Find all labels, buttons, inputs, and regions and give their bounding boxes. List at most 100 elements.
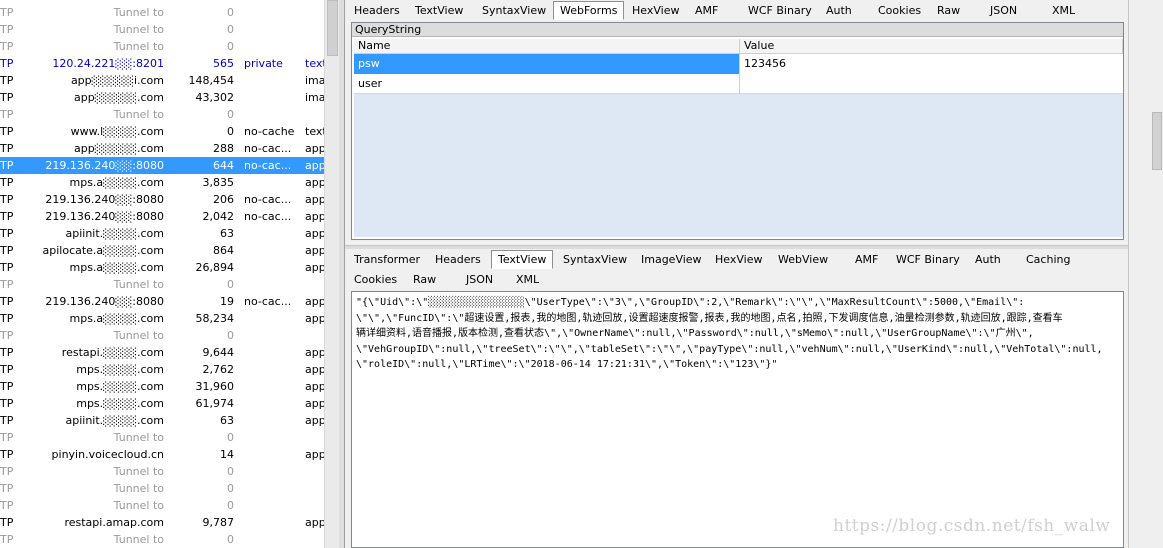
tab-caching[interactable]: Caching <box>1019 250 1077 269</box>
session-row[interactable]: TP mps.░░░░.com 61,974 app <box>0 395 324 412</box>
tab-wcf-binary[interactable]: WCF Binary <box>889 250 967 269</box>
session-list[interactable]: TP Tunnel to 0 TP Tunnel to 0 TP Tunnel to 0 TP 12… <box>0 0 324 548</box>
session-row[interactable]: TP apilocate.a░░░░.com 864 app <box>0 242 324 259</box>
tab-json[interactable]: JSON <box>983 1 1024 20</box>
column-header-name[interactable]: Name <box>354 39 740 54</box>
session-row[interactable]: TP mps.░░░░.com 2,762 app <box>0 361 324 378</box>
querystring-row[interactable]: psw 123456 <box>354 54 1123 74</box>
param-value[interactable] <box>740 74 1123 94</box>
param-name[interactable]: psw <box>354 54 740 74</box>
session-row[interactable]: TP apiinit.░░░░.com 63 app <box>0 225 324 242</box>
session-protocol: TP <box>0 415 14 427</box>
session-row[interactable]: TP mps.a░░░░.com 3,835 app <box>0 174 324 191</box>
session-content-type: app <box>305 449 324 461</box>
tab-textview[interactable]: TextView <box>491 250 554 269</box>
response-textview[interactable]: "{\"Uid\":\"░░░░░░░░░░░░░░░░\"UserType\"… <box>351 291 1124 548</box>
right-scrollbar[interactable] <box>1128 0 1163 548</box>
horizontal-splitter[interactable] <box>345 245 1129 249</box>
tab-xml[interactable]: XML <box>1045 1 1082 20</box>
session-row[interactable]: TP apiinit.░░░░.com 63 app <box>0 412 324 429</box>
session-row[interactable]: TP Tunnel to 0 <box>0 106 324 123</box>
session-row[interactable]: TP Tunnel to 0 <box>0 38 324 55</box>
tab-cookies[interactable]: Cookies <box>871 1 928 20</box>
param-value[interactable]: 123456 <box>740 54 1123 74</box>
session-protocol: TP <box>0 143 14 155</box>
tab-json[interactable]: JSON <box>459 270 500 289</box>
session-protocol: TP <box>0 228 14 240</box>
param-name[interactable]: user <box>354 74 740 94</box>
column-header-value[interactable]: Value <box>740 39 1123 54</box>
session-host: mps.░░░░.com <box>76 398 164 410</box>
webforms-panel: QueryString Name Value psw 123456 user <box>351 22 1124 240</box>
session-body-size: 61,974 <box>195 398 235 410</box>
session-list-scrollbar[interactable] <box>324 0 339 548</box>
session-host: apilocate.a░░░░.com <box>42 245 165 257</box>
session-content-type: imag <box>305 75 324 87</box>
tab-webforms[interactable]: WebForms <box>553 1 625 20</box>
session-row[interactable]: TP restapi.amap.com 9,787 app <box>0 514 324 531</box>
tab-imageview[interactable]: ImageView <box>634 250 709 269</box>
session-row[interactable]: TP Tunnel to 0 <box>0 531 324 548</box>
session-row[interactable]: TP app░░░░░i.com 148,454 imag <box>0 72 324 89</box>
session-row[interactable]: TP www.l░░░░.com 0 no-cache text <box>0 123 324 140</box>
session-host: 219.136.240░░:8080 <box>45 296 164 308</box>
session-body-size: 0 <box>227 432 234 444</box>
session-row[interactable]: TP 219.136.240░░:8080 644 no-cac... app <box>0 157 324 174</box>
session-row[interactable]: TP mps.a░░░░.com 58,234 app <box>0 310 324 327</box>
session-protocol: TP <box>0 245 14 257</box>
tab-xml[interactable]: XML <box>509 270 546 289</box>
session-host: 120.24.221░░:8201 <box>52 58 164 70</box>
session-body-size: 0 <box>227 126 234 138</box>
tab-auth[interactable]: Auth <box>968 250 1008 269</box>
session-host: Tunnel to <box>113 7 164 19</box>
tab-transformer[interactable]: Transformer <box>347 250 427 269</box>
session-row[interactable]: TP restapi.░░░░.com 9,644 app <box>0 344 324 361</box>
querystring-grid[interactable]: Name Value psw 123456 user <box>354 39 1123 237</box>
session-protocol: TP <box>0 381 14 393</box>
tab-headers[interactable]: Headers <box>428 250 488 269</box>
session-row[interactable]: TP 219.136.240░░:8080 206 no-cac... app <box>0 191 324 208</box>
tab-hexview[interactable]: HexView <box>708 250 769 269</box>
session-row[interactable]: TP 219.136.240░░:8080 19 no-cac... app <box>0 293 324 310</box>
querystring-header: QueryString <box>352 23 1123 37</box>
scrollbar-thumb[interactable] <box>1152 112 1162 170</box>
session-row[interactable]: TP app░░░░░.com 288 no-cac... app <box>0 140 324 157</box>
tab-amf[interactable]: AMF <box>688 1 725 20</box>
tab-raw[interactable]: Raw <box>930 1 967 20</box>
tab-webview[interactable]: WebView <box>771 250 835 269</box>
session-row[interactable]: TP 219.136.240░░:8080 2,042 no-cac... app <box>0 208 324 225</box>
session-protocol: TP <box>0 41 14 53</box>
session-row[interactable]: TP Tunnel to 0 <box>0 21 324 38</box>
tab-amf[interactable]: AMF <box>848 250 885 269</box>
session-protocol: TP <box>0 449 14 461</box>
querystring-row[interactable]: user <box>354 74 1123 94</box>
tab-textview[interactable]: TextView <box>408 1 470 20</box>
session-row[interactable]: TP Tunnel to 0 <box>0 327 324 344</box>
tab-syntaxview[interactable]: SyntaxView <box>475 1 553 20</box>
session-row[interactable]: TP pinyin.voicecloud.cn 14 app <box>0 446 324 463</box>
tab-cookies[interactable]: Cookies <box>347 270 404 289</box>
tab-syntaxview[interactable]: SyntaxView <box>556 250 634 269</box>
session-content-type: app <box>305 364 324 376</box>
session-row[interactable]: TP Tunnel to 0 <box>0 4 324 21</box>
tab-headers[interactable]: Headers <box>347 1 407 20</box>
session-protocol: TP <box>0 262 14 274</box>
tab-raw[interactable]: Raw <box>406 270 443 289</box>
session-row[interactable]: TP Tunnel to 0 <box>0 276 324 293</box>
session-row[interactable]: TP app░░░░░.com 43,302 imag <box>0 89 324 106</box>
session-row[interactable]: TP 120.24.221░░:8201 565 private text <box>0 55 324 72</box>
tab-auth[interactable]: Auth <box>819 1 859 20</box>
session-body-size: 0 <box>227 7 234 19</box>
session-row[interactable]: TP Tunnel to 0 <box>0 497 324 514</box>
scrollbar-thumb[interactable] <box>327 0 338 56</box>
session-body-size: 0 <box>227 500 234 512</box>
session-protocol: TP <box>0 279 14 291</box>
session-row[interactable]: TP Tunnel to 0 <box>0 463 324 480</box>
session-row[interactable]: TP Tunnel to 0 <box>0 480 324 497</box>
session-row[interactable]: TP Tunnel to 0 <box>0 429 324 446</box>
tab-wcf-binary[interactable]: WCF Binary <box>741 1 819 20</box>
tab-hexview[interactable]: HexView <box>625 1 686 20</box>
session-row[interactable]: TP mps.░░░░.com 31,960 app <box>0 378 324 395</box>
session-row[interactable]: TP mps.a░░░░.com 26,894 app <box>0 259 324 276</box>
session-content-type: app <box>305 211 324 223</box>
